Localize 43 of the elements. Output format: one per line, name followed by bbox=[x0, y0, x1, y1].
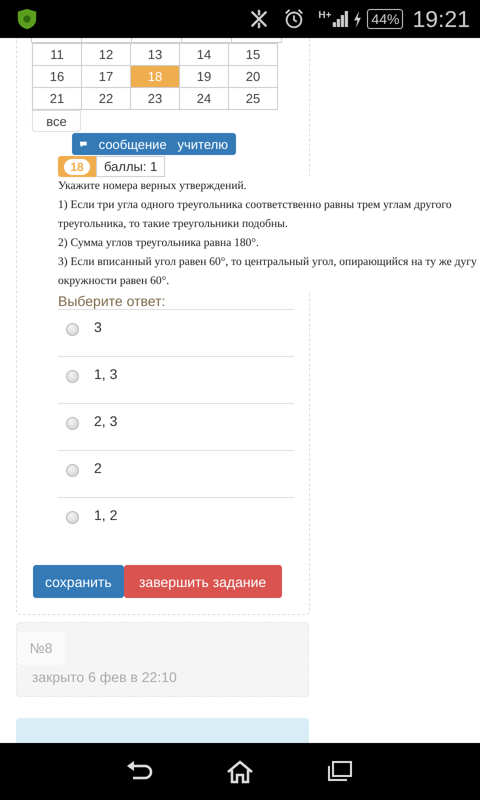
option-label[interactable]: 2, 3 bbox=[94, 413, 118, 429]
calendar-day[interactable]: 12 bbox=[82, 44, 131, 66]
network-type: H+ bbox=[318, 10, 332, 20]
battery-level: 44% bbox=[367, 9, 404, 29]
option-label[interactable]: 1, 2 bbox=[94, 507, 118, 523]
calendar-day[interactable]: 16 bbox=[33, 66, 82, 88]
radio-button[interactable] bbox=[66, 323, 79, 336]
radio-button[interactable] bbox=[66, 370, 79, 383]
shield-icon[interactable] bbox=[16, 7, 38, 31]
charging-icon bbox=[353, 10, 362, 28]
task-number-badge: 18 bbox=[58, 156, 96, 177]
radio-button[interactable] bbox=[66, 464, 79, 477]
calendar-day[interactable]: 23 bbox=[131, 88, 180, 110]
option-label[interactable]: 1, 3 bbox=[94, 366, 118, 382]
calendar-day[interactable]: 22 bbox=[82, 88, 131, 110]
radio-button[interactable] bbox=[66, 417, 79, 430]
question-text: 3) Если вписанный угол равен 60°, то центральный угол, опирающийся на ту же дугу окружности равен 60°. bbox=[58, 255, 478, 289]
calendar-day[interactable]: 11 bbox=[33, 44, 82, 66]
task-status: закрыто 6 фев в 22:10 bbox=[32, 669, 178, 685]
save-button[interactable]: сохранить bbox=[33, 565, 124, 598]
calendar-day[interactable]: 25 bbox=[229, 88, 278, 110]
home-icon[interactable] bbox=[225, 760, 255, 784]
message-teacher-button[interactable]: сообщение учителю bbox=[72, 133, 236, 155]
clock-time: 19:21 bbox=[412, 6, 470, 32]
calendar-day[interactable]: 20 bbox=[229, 66, 278, 88]
alarm-clock-icon bbox=[283, 8, 306, 30]
radio-button[interactable] bbox=[66, 511, 79, 524]
question-text: 2) Сумма углов треугольника равна 180°. bbox=[58, 236, 260, 251]
points-label: баллы: 1 bbox=[96, 156, 166, 177]
recent-apps-icon[interactable] bbox=[325, 760, 355, 784]
calendar-day[interactable]: 24 bbox=[180, 88, 229, 110]
speech-bubble-icon bbox=[80, 138, 87, 150]
signal-icon bbox=[332, 11, 348, 27]
calendar-day[interactable]: 19 bbox=[180, 66, 229, 88]
finish-task-button[interactable]: завершить задание bbox=[124, 565, 282, 598]
calendar-day[interactable]: 14 bbox=[180, 44, 229, 66]
question-text: 1) Если три угла одного треугольника соответственно равны трем углам другого треугольника, то такие треугольники подобны. bbox=[58, 198, 453, 232]
calendar-day[interactable]: 15 bbox=[229, 44, 278, 66]
option-label[interactable]: 3 bbox=[94, 319, 102, 335]
option-label[interactable]: 2 bbox=[94, 460, 102, 476]
answer-prompt: Выберите ответ: bbox=[58, 293, 166, 309]
question-text: Укажите номера верных утверждений. bbox=[58, 179, 248, 194]
all-days-button[interactable]: все bbox=[32, 110, 81, 132]
